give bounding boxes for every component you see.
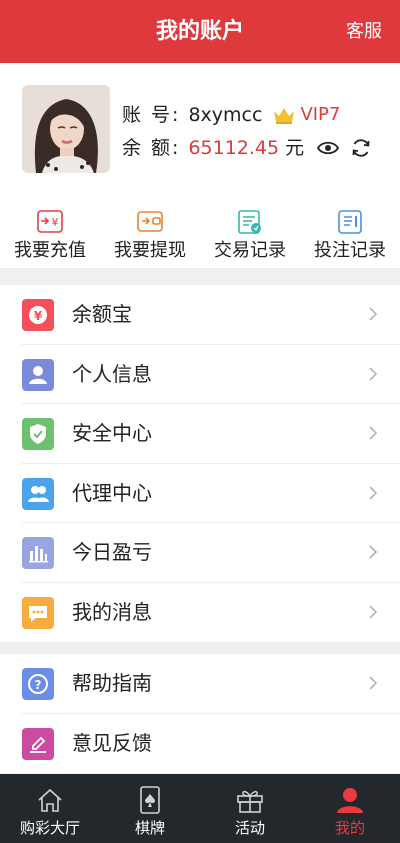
message-icon [22,596,54,629]
chevron-right-icon [368,366,378,382]
tab-chess-cards[interactable]: 棋牌 [100,774,200,843]
menu-item-my-messages[interactable]: 我的消息 [0,583,400,643]
menu-item-label: 代理中心 [72,480,152,505]
customer-service-button[interactable]: 客服 [346,0,382,63]
feedback-icon [22,727,54,760]
svg-text:¥: ¥ [52,216,59,229]
menu-item-personal-info[interactable]: 个人信息 [0,345,400,404]
deposit-icon: ¥ [36,209,64,235]
tab-label: 购彩大厅 [19,819,80,837]
account-row: 账 号: 8xymcc VIP7 [122,101,340,129]
account-label: 账 号: [122,104,181,126]
tab-label: 我的 [334,819,365,837]
menu-item-label: 安全中心 [72,421,152,445]
menu-group-main: ¥ 余额宝 个人信息 安全中心 代理中心 今日盈亏 我的消息 [0,285,400,642]
gift-icon [235,786,265,814]
currency-unit: 元 [285,137,305,159]
balance-label: 余 额: [122,137,181,159]
tab-lottery-hall[interactable]: 购彩大厅 [0,774,100,843]
withdraw-label: 我要提现 [114,240,186,261]
chevron-right-icon [368,675,378,691]
person-icon [22,358,54,391]
home-icon [35,786,65,814]
tab-activities[interactable]: 活动 [200,774,300,843]
bet-record-label: 投注记录 [314,240,386,261]
account-panel: 账 号: 8xymcc VIP7 余 额: 65112.45 元 [0,63,400,188]
avatar[interactable] [22,85,110,173]
user-icon [335,786,365,814]
page-title: 我的账户 [155,19,244,44]
bet-record-button[interactable]: 投注记录 [300,188,400,268]
menu-item-agent-center[interactable]: 代理中心 [0,464,400,523]
transaction-record-button[interactable]: 交易记录 [200,188,300,268]
chevron-right-icon [368,425,378,441]
shield-icon [22,418,54,450]
svg-text:¥: ¥ [34,309,43,323]
menu-item-label: 我的消息 [72,599,152,624]
yuebao-icon: ¥ [22,299,54,331]
crown-icon [272,105,296,125]
menu-item-feedback[interactable]: 意见反馈 [0,714,400,774]
menu-item-daily-profit[interactable]: 今日盈亏 [0,523,400,583]
menu-item-label: 个人信息 [72,361,152,386]
menu-item-security-center[interactable]: 安全中心 [0,404,400,464]
chevron-right-icon [368,485,378,501]
transaction-record-icon [236,209,264,235]
transaction-record-label: 交易记录 [214,240,286,261]
bet-record-icon [336,209,364,235]
menu-item-label: 意见反馈 [72,730,152,755]
tab-mine[interactable]: 我的 [300,774,400,843]
deposit-button[interactable]: ¥ 我要充值 [0,188,100,268]
chevron-right-icon [368,544,378,560]
menu-item-label: 今日盈亏 [72,540,152,564]
agent-icon [22,477,54,510]
menu-item-label: 帮助指南 [72,671,152,695]
help-icon: ? [22,668,54,700]
deposit-label: 我要充值 [14,240,86,261]
header-bar: 我的账户 客服 [0,0,400,63]
chevron-right-icon [368,604,378,620]
menu-item-yuebao[interactable]: ¥ 余额宝 [0,285,400,345]
chevron-right-icon [368,306,378,322]
quick-actions: ¥ 我要充值 我要提现 交易记录 投注记录 [0,188,400,268]
tab-label: 活动 [234,819,265,837]
withdraw-button[interactable]: 我要提现 [100,188,200,268]
eye-icon[interactable] [316,138,340,158]
menu-item-help-guide[interactable]: ? 帮助指南 [0,654,400,714]
tab-label: 棋牌 [134,819,165,837]
svg-text:?: ? [35,678,42,692]
menu-item-label: 余额宝 [72,302,132,326]
balance-row: 余 额: 65112.45 元 [122,134,372,162]
cards-icon [135,786,165,814]
username: 8xymcc [188,104,263,126]
vip-level: VIP7 [300,104,341,125]
balance-value: 65112.45 [188,137,280,159]
menu-group-support: ? 帮助指南 意见反馈 [0,654,400,773]
bar-chart-icon [22,537,54,569]
withdraw-icon [136,209,164,235]
refresh-icon[interactable] [350,137,372,159]
bottom-tab-bar: 购彩大厅 棋牌 活动 我的 [0,774,400,843]
